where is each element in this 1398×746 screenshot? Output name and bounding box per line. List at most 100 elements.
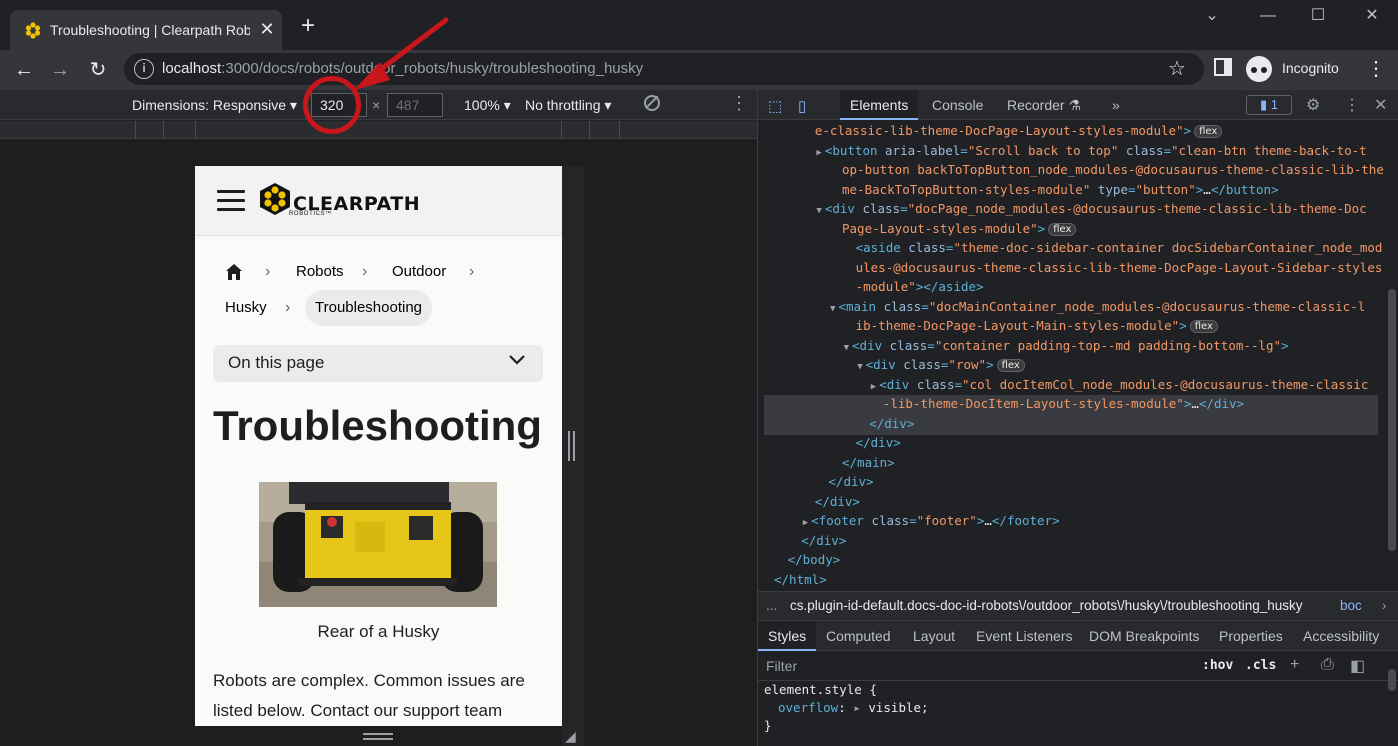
dimensions-dropdown[interactable]: Dimensions: Responsive ▾ <box>132 97 297 114</box>
devtools-more-icon[interactable]: ⋮ <box>1344 95 1360 115</box>
more-tabs-icon[interactable]: » <box>1102 90 1130 120</box>
height-input[interactable]: 487 <box>387 93 443 117</box>
bookmark-star-icon[interactable]: ☆ <box>1168 57 1186 81</box>
dom-node-line[interactable]: ▶ <button aria-label="Scroll back to top"… <box>816 141 1366 160</box>
settings-gear-icon[interactable]: ⚙ <box>1306 95 1320 115</box>
dom-node-line[interactable]: </html> <box>774 570 827 589</box>
dom-node-line[interactable]: </div> <box>828 472 873 491</box>
toggle-sidebar-icon[interactable]: ◧ <box>1350 656 1365 676</box>
clearpath-logo[interactable]: CLEARPATH ROBOTICS™ <box>257 182 420 222</box>
tab-close-icon[interactable]: ✕ <box>258 18 276 40</box>
dom-node-line[interactable]: ▼ <main class="docMainContainer_node_modu… <box>830 297 1365 316</box>
tab-dom-breakpoints[interactable]: DOM Breakpoints <box>1079 621 1209 651</box>
hamburger-menu-icon[interactable] <box>217 190 245 212</box>
browser-menu-icon[interactable]: ⋮ <box>1366 56 1386 82</box>
styles-pane[interactable]: element.style { overflow: ▸ visible; } <box>758 681 1384 746</box>
collapse-triangle-icon[interactable]: ▼ <box>844 343 849 353</box>
dom-node-line[interactable]: <aside class="theme-doc-sidebar-containe… <box>856 238 1383 257</box>
tab-layout[interactable]: Layout <box>903 621 965 651</box>
styles-scrollbar[interactable] <box>1384 651 1398 746</box>
flex-badge[interactable]: flex <box>996 359 1025 372</box>
dom-tree[interactable]: e-classic-lib-theme-DocPage-Layout-style… <box>758 121 1384 591</box>
breadcrumb-husky[interactable]: Husky <box>225 298 267 318</box>
dom-node-line[interactable]: ▶ <footer class="footer">…</footer> <box>803 511 1060 530</box>
dom-node-line[interactable]: ules-@docusaurus-theme-classic-lib-theme… <box>856 258 1383 277</box>
breadcrumb-scroll-icon[interactable]: › <box>1382 592 1387 620</box>
tab-accessibility[interactable]: Accessibility <box>1293 621 1389 651</box>
dom-node-line[interactable]: ▼ <div class="docPage_node_modules-@docus… <box>816 199 1366 218</box>
tab-properties[interactable]: Properties <box>1209 621 1293 651</box>
zoom-dropdown[interactable]: 100% ▾ <box>464 97 511 114</box>
dom-node-line[interactable]: ▼ <div class="row"> flex <box>857 355 1025 374</box>
media-query-ruler[interactable] <box>0 121 757 139</box>
dom-node-line[interactable]: ▼ <div class="container padding-top--md p… <box>844 336 1289 355</box>
tab-elements[interactable]: Elements <box>840 90 919 120</box>
expand-triangle-icon[interactable]: ▶ <box>803 518 808 528</box>
tab-console[interactable]: Console <box>922 90 993 120</box>
breadcrumb-outdoor[interactable]: Outdoor <box>392 262 446 282</box>
dom-node-line[interactable]: op-button backToTopButton_node_modules-@… <box>842 160 1384 179</box>
breadcrumb-path[interactable]: cs.plugin-id-default.docs-doc-id-robots\… <box>790 592 1303 620</box>
dom-node-line[interactable]: Page-Layout-styles-module"> flex <box>842 219 1077 238</box>
tab-event-listeners[interactable]: Event Listeners <box>966 621 1083 651</box>
expand-triangle-icon[interactable]: ▶ <box>871 382 876 392</box>
tab-search-icon[interactable]: ⌄ <box>1190 4 1234 28</box>
issues-badge[interactable]: ▮ 1 <box>1246 95 1292 115</box>
device-toolbar-more-icon[interactable]: ⋮ <box>730 93 748 114</box>
collapse-triangle-icon[interactable]: ▼ <box>830 304 835 314</box>
dom-node-line[interactable]: </div> <box>801 531 846 550</box>
flex-badge[interactable]: flex <box>1048 222 1077 236</box>
dom-node-line[interactable]: -lib-theme-DocItem-Layout-styles-module"… <box>883 394 1244 413</box>
on-this-page-dropdown[interactable]: On this page <box>213 345 543 382</box>
dom-node-line[interactable]: </body> <box>788 550 841 569</box>
style-declaration[interactable]: overflow: ▸ visible; <box>778 699 929 717</box>
minimize-button[interactable]: — <box>1246 4 1290 28</box>
tab-styles[interactable]: Styles <box>758 621 817 651</box>
rotate-icon[interactable] <box>644 95 660 111</box>
breadcrumb-next-node[interactable]: boc <box>1340 592 1362 620</box>
browser-tab[interactable]: Troubleshooting | Clearpath Robo ✕ <box>10 10 282 50</box>
dom-node-line[interactable]: </div> <box>869 414 914 433</box>
dom-node-line[interactable]: -module"></aside> <box>856 277 984 296</box>
expand-triangle-icon[interactable]: ▶ <box>816 148 821 158</box>
dom-node-line[interactable]: e-classic-lib-theme-DocPage-Layout-style… <box>815 121 1223 140</box>
dom-node-line[interactable]: </div> <box>815 492 860 511</box>
dom-node-line[interactable]: me-BackToTopButton-styles-module" type="… <box>842 180 1279 199</box>
breadcrumb-robots[interactable]: Robots <box>296 262 344 282</box>
corner-resize-handle[interactable]: ◢ <box>565 728 579 744</box>
styles-filter-input[interactable]: Filter <box>766 658 797 674</box>
collapse-triangle-icon[interactable]: ▼ <box>857 362 862 372</box>
new-tab-button[interactable]: + <box>296 12 320 40</box>
home-icon[interactable] <box>225 263 243 281</box>
right-resize-handle[interactable] <box>568 431 576 461</box>
throttling-dropdown[interactable]: No throttling ▾ <box>525 97 611 114</box>
inspect-element-icon[interactable]: ⬚ <box>768 97 782 115</box>
flex-badge[interactable]: flex <box>1194 125 1223 138</box>
site-info-icon[interactable]: i <box>134 59 154 79</box>
reload-button[interactable]: ↻ <box>84 56 112 84</box>
back-button[interactable]: ← <box>10 56 38 84</box>
dom-node-line[interactable]: ▶ <div class="col docItemCol_node_modules… <box>871 375 1369 394</box>
tab-recorder[interactable]: Recorder ⚗ <box>997 90 1091 120</box>
dom-node-line[interactable]: </main> <box>842 453 895 472</box>
maximize-button[interactable]: ☐ <box>1296 4 1340 28</box>
breadcrumb-ellipsis[interactable]: ... <box>766 592 777 620</box>
dom-tree-scrollbar[interactable] <box>1384 121 1398 591</box>
address-bar[interactable]: i localhost:3000/docs/robots/outdoor_rob… <box>124 53 1204 85</box>
dom-breadcrumb-bar: ... cs.plugin-id-default.docs-doc-id-rob… <box>758 591 1398 621</box>
dom-node-line[interactable]: ib-theme-DocPage-Layout-Main-styles-modu… <box>856 316 1218 335</box>
computed-styles-icon[interactable]: ⎙ <box>1321 656 1334 674</box>
cls-toggle[interactable]: .cls <box>1245 658 1276 673</box>
side-panel-icon[interactable] <box>1214 58 1232 76</box>
tab-computed[interactable]: Computed <box>816 621 901 651</box>
flex-badge[interactable]: flex <box>1189 320 1218 333</box>
forward-button[interactable]: → <box>46 56 74 84</box>
dom-node-line[interactable]: </div> <box>856 433 901 452</box>
collapse-triangle-icon[interactable]: ▼ <box>816 206 821 216</box>
window-close-button[interactable]: ✕ <box>1350 4 1394 28</box>
hov-toggle[interactable]: :hov <box>1202 658 1233 673</box>
new-style-rule-icon[interactable]: + <box>1290 656 1299 674</box>
device-toggle-icon[interactable]: ▯ <box>798 97 806 115</box>
devtools-close-icon[interactable]: ✕ <box>1374 95 1387 115</box>
bottom-resize-handle[interactable] <box>363 733 393 741</box>
